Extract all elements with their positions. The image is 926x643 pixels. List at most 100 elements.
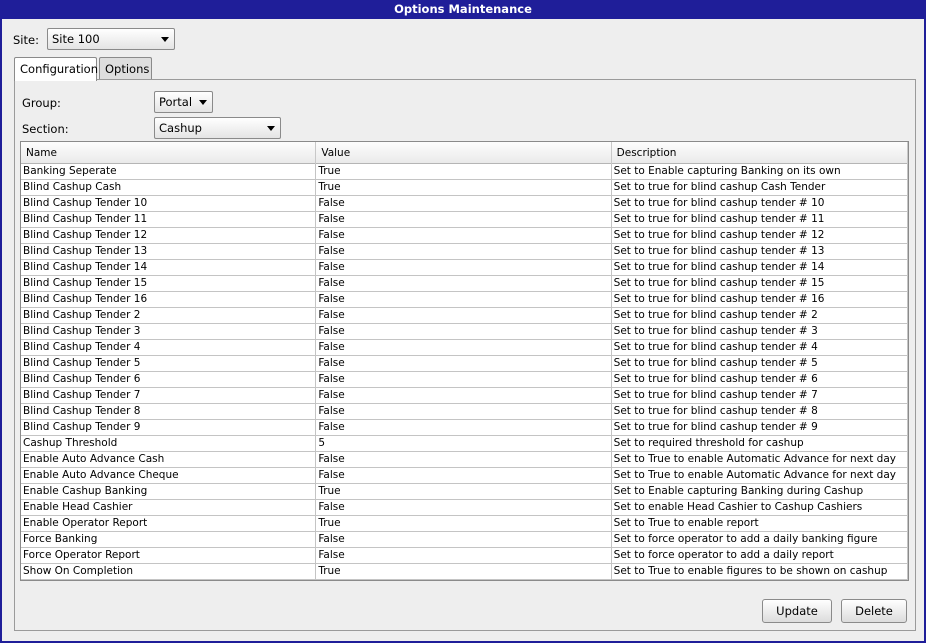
value-cell[interactable]: False xyxy=(316,340,612,355)
table-row[interactable]: Banking Seperate True Set to Enable captur… xyxy=(21,164,908,180)
column-header-description[interactable]: Description xyxy=(612,142,908,164)
table-row[interactable]: Blind Cashup Tender 13 False Set to true f… xyxy=(21,244,908,260)
value-cell[interactable]: False xyxy=(316,228,612,243)
description-cell[interactable]: Set to True to enable Automatic Advance … xyxy=(612,468,908,483)
description-cell[interactable]: Set to true for blind cashup tender # 5 xyxy=(612,356,908,371)
table-row[interactable]: Enable Auto Advance Cash False Set to True… xyxy=(21,452,908,468)
table-row[interactable]: Blind Cashup Tender 15 False Set to true f… xyxy=(21,276,908,292)
value-cell[interactable]: True xyxy=(316,564,612,579)
description-cell[interactable]: Set to true for blind cashup tender # 2 xyxy=(612,308,908,323)
description-cell[interactable]: Set to true for blind cashup tender # 6 xyxy=(612,372,908,387)
description-cell[interactable]: Set to true for blind cashup tender # 10 xyxy=(612,196,908,211)
description-cell[interactable]: Set to required threshold for cashup xyxy=(612,436,908,451)
value-cell[interactable]: False xyxy=(316,356,612,371)
value-cell[interactable]: 5 xyxy=(316,436,612,451)
table-row[interactable]: Force Operator Report False Set to force o… xyxy=(21,548,908,564)
name-cell[interactable]: Blind Cashup Tender 2 xyxy=(21,308,317,323)
table-row[interactable]: Enable Operator Report True Set to True to… xyxy=(21,516,908,532)
description-cell[interactable]: Set to true for blind cashup tender # 14 xyxy=(612,260,908,275)
group-select[interactable]: Portal xyxy=(154,91,213,113)
table-row[interactable]: Blind Cashup Tender 7 False Set to true fo… xyxy=(21,388,908,404)
name-cell[interactable]: Cashup Threshold xyxy=(21,436,317,451)
value-cell[interactable]: False xyxy=(316,324,612,339)
value-cell[interactable]: False xyxy=(316,404,612,419)
name-cell[interactable]: Show On Completion xyxy=(21,564,317,579)
description-cell[interactable]: Set to true for blind cashup tender # 8 xyxy=(612,404,908,419)
description-cell[interactable]: Set to true for blind cashup Cash Tender xyxy=(612,180,908,195)
table-row[interactable]: Force Banking False Set to force operator … xyxy=(21,532,908,548)
description-cell[interactable]: Set to force operator to add a daily ban… xyxy=(612,532,908,547)
value-cell[interactable]: True xyxy=(316,484,612,499)
name-cell[interactable]: Blind Cashup Tender 14 xyxy=(21,260,317,275)
value-cell[interactable]: False xyxy=(316,420,612,435)
name-cell[interactable]: Blind Cashup Tender 4 xyxy=(21,340,317,355)
table-row[interactable]: Blind Cashup Tender 3 False Set to true fo… xyxy=(21,324,908,340)
name-cell[interactable]: Enable Operator Report xyxy=(21,516,317,531)
table-row[interactable]: Blind Cashup Tender 9 False Set to true fo… xyxy=(21,420,908,436)
name-cell[interactable]: Blind Cashup Tender 5 xyxy=(21,356,317,371)
name-cell[interactable]: Enable Auto Advance Cheque xyxy=(21,468,317,483)
column-header-name[interactable]: Name xyxy=(21,142,317,164)
column-header-value[interactable]: Value xyxy=(316,142,612,164)
name-cell[interactable]: Blind Cashup Tender 8 xyxy=(21,404,317,419)
name-cell[interactable]: Enable Cashup Banking xyxy=(21,484,317,499)
name-cell[interactable]: Blind Cashup Tender 12 xyxy=(21,228,317,243)
description-cell[interactable]: Set to force operator to add a daily rep… xyxy=(612,548,908,563)
description-cell[interactable]: Set to true for blind cashup tender # 3 xyxy=(612,324,908,339)
description-cell[interactable]: Set to enable Head Cashier to Cashup Cas… xyxy=(612,500,908,515)
table-row[interactable]: Blind Cashup Tender 16 False Set to true f… xyxy=(21,292,908,308)
delete-button[interactable]: Delete xyxy=(841,599,907,623)
value-cell[interactable]: False xyxy=(316,452,612,467)
description-cell[interactable]: Set to True to enable Automatic Advance … xyxy=(612,452,908,467)
table-row[interactable]: Blind Cashup Cash True Set to true for bli… xyxy=(21,180,908,196)
name-cell[interactable]: Blind Cashup Tender 6 xyxy=(21,372,317,387)
description-cell[interactable]: Set to True to enable figures to be show… xyxy=(612,564,908,579)
name-cell[interactable]: Blind Cashup Tender 11 xyxy=(21,212,317,227)
description-cell[interactable]: Set to Enable capturing Banking on its o… xyxy=(612,164,908,179)
description-cell[interactable]: Set to true for blind cashup tender # 16 xyxy=(612,292,908,307)
table-row[interactable]: Blind Cashup Tender 5 False Set to true fo… xyxy=(21,356,908,372)
tab-configuration[interactable]: Configuration xyxy=(14,57,98,81)
name-cell[interactable]: Blind Cashup Tender 7 xyxy=(21,388,317,403)
value-cell[interactable]: False xyxy=(316,196,612,211)
description-cell[interactable]: Set to true for blind cashup tender # 15 xyxy=(612,276,908,291)
name-cell[interactable]: Blind Cashup Tender 3 xyxy=(21,324,317,339)
table-row[interactable]: Enable Cashup Banking True Set to Enable c… xyxy=(21,484,908,500)
description-cell[interactable]: Set to true for blind cashup tender # 4 xyxy=(612,340,908,355)
value-cell[interactable]: False xyxy=(316,388,612,403)
table-row[interactable]: Blind Cashup Tender 10 False Set to true f… xyxy=(21,196,908,212)
description-cell[interactable]: Set to true for blind cashup tender # 7 xyxy=(612,388,908,403)
name-cell[interactable]: Blind Cashup Tender 9 xyxy=(21,420,317,435)
value-cell[interactable]: True xyxy=(316,180,612,195)
value-cell[interactable]: False xyxy=(316,468,612,483)
value-cell[interactable]: False xyxy=(316,500,612,515)
table-row[interactable]: Blind Cashup Tender 2 False Set to true fo… xyxy=(21,308,908,324)
table-row[interactable]: Blind Cashup Tender 12 False Set to true f… xyxy=(21,228,908,244)
description-cell[interactable]: Set to true for blind cashup tender # 12 xyxy=(612,228,908,243)
description-cell[interactable]: Set to true for blind cashup tender # 9 xyxy=(612,420,908,435)
table-row[interactable]: Blind Cashup Tender 6 False Set to true fo… xyxy=(21,372,908,388)
value-cell[interactable]: False xyxy=(316,244,612,259)
table-row[interactable]: Show On Completion True Set to True to ena… xyxy=(21,564,908,580)
value-cell[interactable]: False xyxy=(316,308,612,323)
table-row[interactable]: Blind Cashup Tender 14 False Set to true f… xyxy=(21,260,908,276)
table-row[interactable]: Blind Cashup Tender 11 False Set to true f… xyxy=(21,212,908,228)
name-cell[interactable]: Blind Cashup Cash xyxy=(21,180,317,195)
table-row[interactable]: Enable Auto Advance Cheque False Set to Tr… xyxy=(21,468,908,484)
value-cell[interactable]: False xyxy=(316,372,612,387)
section-select[interactable]: Cashup xyxy=(154,117,281,139)
name-cell[interactable]: Blind Cashup Tender 15 xyxy=(21,276,317,291)
description-cell[interactable]: Set to Enable capturing Banking during C… xyxy=(612,484,908,499)
tab-options[interactable]: Options xyxy=(99,57,152,80)
update-button[interactable]: Update xyxy=(762,599,832,623)
value-cell[interactable]: True xyxy=(316,164,612,179)
name-cell[interactable]: Blind Cashup Tender 10 xyxy=(21,196,317,211)
value-cell[interactable]: False xyxy=(316,212,612,227)
value-cell[interactable]: False xyxy=(316,548,612,563)
value-cell[interactable]: False xyxy=(316,292,612,307)
description-cell[interactable]: Set to true for blind cashup tender # 11 xyxy=(612,212,908,227)
site-select[interactable]: Site 100 xyxy=(47,28,175,50)
name-cell[interactable]: Force Banking xyxy=(21,532,317,547)
value-cell[interactable]: False xyxy=(316,260,612,275)
value-cell[interactable]: False xyxy=(316,276,612,291)
